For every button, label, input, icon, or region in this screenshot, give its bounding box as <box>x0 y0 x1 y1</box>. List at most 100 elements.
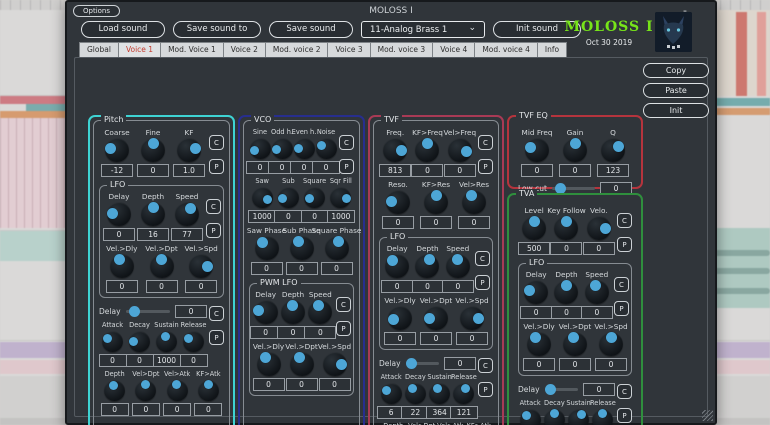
knob-control[interactable] <box>453 383 475 404</box>
knob-control[interactable] <box>460 306 485 330</box>
knob-control[interactable] <box>253 300 278 324</box>
knob-control[interactable] <box>135 380 157 401</box>
paste-mini-button[interactable]: P <box>206 223 221 238</box>
knob-value[interactable]: 0 <box>194 403 223 416</box>
copy-mini-button[interactable]: C <box>206 199 221 214</box>
knob-control[interactable] <box>256 352 281 376</box>
knob-control[interactable] <box>251 187 273 208</box>
tab-voice-4[interactable]: Voice 4 <box>432 42 475 58</box>
knob-control[interactable] <box>280 299 305 324</box>
copy-mini-button[interactable]: C <box>336 297 351 312</box>
knob-control[interactable] <box>304 187 326 208</box>
knob-control[interactable] <box>429 383 451 404</box>
paste-mini-button[interactable]: P <box>209 330 224 345</box>
slider-thumb[interactable] <box>405 357 417 369</box>
load-sound-button[interactable]: Load sound <box>81 21 165 38</box>
knob-control[interactable] <box>175 202 199 226</box>
paste-button[interactable]: Paste <box>643 83 709 98</box>
knob-control[interactable] <box>599 331 623 356</box>
copy-mini-button[interactable]: C <box>339 135 354 150</box>
knob-control[interactable] <box>522 215 547 240</box>
knob-control[interactable] <box>289 351 314 376</box>
knob-value[interactable]: 0 <box>382 216 414 229</box>
knob-control[interactable] <box>109 254 134 278</box>
knob-value[interactable]: 0 <box>458 216 490 229</box>
knob-control[interactable] <box>330 187 352 208</box>
knob-control[interactable] <box>106 202 131 226</box>
knob-control[interactable] <box>156 331 177 352</box>
knob-control[interactable] <box>177 138 202 162</box>
knob-control[interactable] <box>308 299 333 324</box>
paste-mini-button[interactable]: P <box>339 159 354 174</box>
knob-value[interactable]: 0 <box>250 262 283 275</box>
knob-control[interactable] <box>592 409 614 425</box>
paste-mini-button[interactable]: P <box>336 321 351 336</box>
copy-button[interactable]: Copy <box>643 63 709 78</box>
knob-value[interactable]: 0 <box>137 164 169 177</box>
knob-value[interactable]: 0 <box>384 332 416 345</box>
knob-value[interactable]: 0 <box>420 332 452 345</box>
knob-control[interactable] <box>271 138 293 159</box>
knob-control[interactable] <box>249 138 271 159</box>
knob-value[interactable]: 0 <box>105 280 138 293</box>
knob-value[interactable]: 813 <box>379 164 412 177</box>
paste-mini-button[interactable]: P <box>478 382 493 397</box>
copy-mini-button[interactable]: C <box>617 213 632 228</box>
knob-value[interactable]: 0 <box>443 164 476 177</box>
slider-track[interactable] <box>544 383 578 395</box>
tab-global[interactable]: Global <box>79 42 118 58</box>
tab-info[interactable]: Info <box>536 42 568 58</box>
knob-control[interactable] <box>141 137 165 162</box>
knob-value[interactable]: 0 <box>559 358 591 371</box>
knob-value[interactable]: 77 <box>171 228 203 241</box>
tab-voice-1[interactable]: Voice 1 <box>117 42 161 58</box>
paste-mini-button[interactable]: P <box>209 159 224 174</box>
paste-mini-button[interactable]: P <box>475 275 490 290</box>
knob-control[interactable] <box>277 187 299 208</box>
knob-value[interactable]: 0 <box>411 280 444 293</box>
knob-control[interactable] <box>568 409 590 425</box>
knob-value[interactable]: 0 <box>411 164 444 177</box>
paste-mini-button[interactable]: P <box>617 237 632 252</box>
knob-control[interactable] <box>586 216 612 240</box>
knob-control[interactable] <box>554 215 579 240</box>
knob-value[interactable]: 0 <box>131 403 160 416</box>
knob-value[interactable]: 0 <box>580 306 613 319</box>
knob-value[interactable]: 0 <box>582 242 615 255</box>
slider-track[interactable] <box>125 305 170 317</box>
knob-control[interactable] <box>563 137 587 162</box>
knob-value[interactable]: 0 <box>318 378 351 391</box>
knob-control[interactable] <box>385 190 410 214</box>
knob-control[interactable] <box>129 331 150 352</box>
save-sound-to-button[interactable]: Save sound to <box>173 21 261 38</box>
tab-mod-voice-3[interactable]: Mod. voice 3 <box>369 42 433 58</box>
knob-control[interactable] <box>527 332 551 356</box>
knob-value[interactable]: -12 <box>101 164 133 177</box>
knob-control[interactable] <box>324 235 349 260</box>
knob-control[interactable] <box>322 352 347 376</box>
knob-value[interactable]: 0 <box>441 280 474 293</box>
knob-value[interactable]: 0 <box>312 161 340 174</box>
knob-value[interactable]: 0 <box>595 358 627 371</box>
knob-control[interactable] <box>543 409 565 425</box>
slider-thumb[interactable] <box>544 383 556 395</box>
tab-mod-voice-4[interactable]: Mod. voice 4 <box>474 42 537 58</box>
knob-control[interactable] <box>102 331 123 352</box>
knob-value[interactable]: 0 <box>285 262 318 275</box>
knob-value[interactable]: 0 <box>304 326 337 339</box>
knob-control[interactable] <box>415 137 440 162</box>
knob-control[interactable] <box>183 331 204 352</box>
knob-control[interactable] <box>104 138 129 162</box>
knob-value[interactable]: 0 <box>103 228 135 241</box>
knob-value[interactable]: 0 <box>163 403 192 416</box>
knob-value[interactable]: 0 <box>550 242 583 255</box>
knob-value[interactable]: 0 <box>252 378 285 391</box>
knob-control[interactable] <box>601 138 625 162</box>
knob-control[interactable] <box>445 253 470 278</box>
knob-control[interactable] <box>525 138 549 162</box>
copy-mini-button[interactable]: C <box>209 306 224 321</box>
knob-control[interactable] <box>104 380 126 401</box>
tab-mod-voice-1[interactable]: Mod. Voice 1 <box>160 42 223 58</box>
knob-value[interactable]: 0 <box>381 280 414 293</box>
knob-value[interactable]: 0 <box>521 164 553 177</box>
